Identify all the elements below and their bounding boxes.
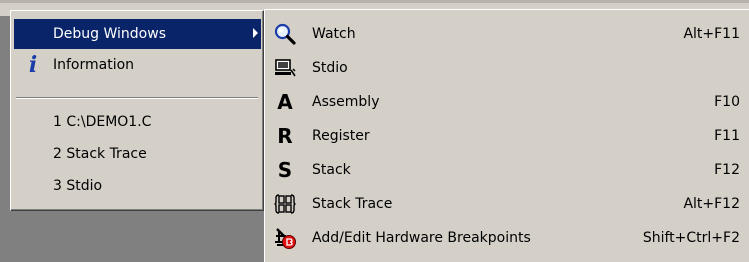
submenu-item-label: Assembly	[312, 94, 380, 110]
menu-item-label: Debug Windows	[53, 26, 166, 42]
shortcut-text: Alt+F11	[683, 26, 740, 42]
submenu-item-hardware-breakpoints[interactable]: Add/Edit Hardware Breakpoints Shift+Ctrl…	[268, 221, 746, 255]
menu-item-label: 2 Stack Trace	[53, 146, 147, 162]
info-icon: i	[28, 52, 38, 78]
background-window-edge	[0, 0, 749, 3]
submenu-item-stack-trace[interactable]: Stack Trace Alt+F12	[268, 187, 746, 221]
menu-separator	[16, 97, 258, 99]
shortcut-text: Shift+Ctrl+F2	[642, 230, 740, 246]
menu-item-label: Information	[53, 57, 135, 73]
submenu-item-label: Stack	[312, 162, 351, 178]
stack-trace-icon	[274, 193, 296, 215]
shortcut-text: Alt+F12	[683, 196, 740, 212]
submenu-item-assembly[interactable]: A Assembly F10	[268, 85, 746, 119]
context-menu: Debug Windows i Information 1 C:\DEMO1.C…	[10, 10, 264, 211]
shortcut-text: F12	[714, 162, 740, 178]
submenu-item-stdio[interactable]: Stdio	[268, 51, 746, 85]
menu-item-recent-demo1[interactable]: 1 C:\DEMO1.C	[14, 107, 261, 137]
submenu-item-register[interactable]: R Register F11	[268, 119, 746, 153]
hardware-breakpoint-icon	[274, 227, 296, 249]
menu-item-information[interactable]: i Information	[14, 50, 261, 80]
submenu-item-label: Add/Edit Hardware Breakpoints	[312, 230, 531, 246]
submenu-item-label: Register	[312, 128, 370, 144]
submenu-item-label: Watch	[312, 26, 356, 42]
submenu-item-stack[interactable]: S Stack F12	[268, 153, 746, 187]
submenu-item-watch[interactable]: Watch Alt+F11	[268, 17, 746, 51]
console-icon	[274, 57, 296, 79]
magnifier-icon	[274, 23, 296, 45]
shortcut-text: F11	[714, 128, 740, 144]
submenu-item-label: Stack Trace	[312, 196, 393, 212]
letter-a-icon: A	[277, 90, 293, 114]
letter-s-icon: S	[277, 158, 293, 182]
shortcut-text: F10	[714, 94, 740, 110]
menu-item-recent-stack-trace[interactable]: 2 Stack Trace	[14, 139, 261, 169]
menu-item-recent-stdio[interactable]: 3 Stdio	[14, 171, 261, 201]
letter-r-icon: R	[277, 124, 293, 148]
menu-item-label: 1 C:\DEMO1.C	[53, 114, 152, 130]
debug-windows-submenu: Watch Alt+F11 Stdio A Assembly F10 R Reg…	[264, 9, 749, 262]
menu-item-debug-windows[interactable]: Debug Windows	[14, 19, 261, 49]
submenu-item-label: Stdio	[312, 60, 348, 76]
menu-item-label: 3 Stdio	[53, 178, 103, 194]
submenu-arrow-icon	[253, 28, 258, 38]
